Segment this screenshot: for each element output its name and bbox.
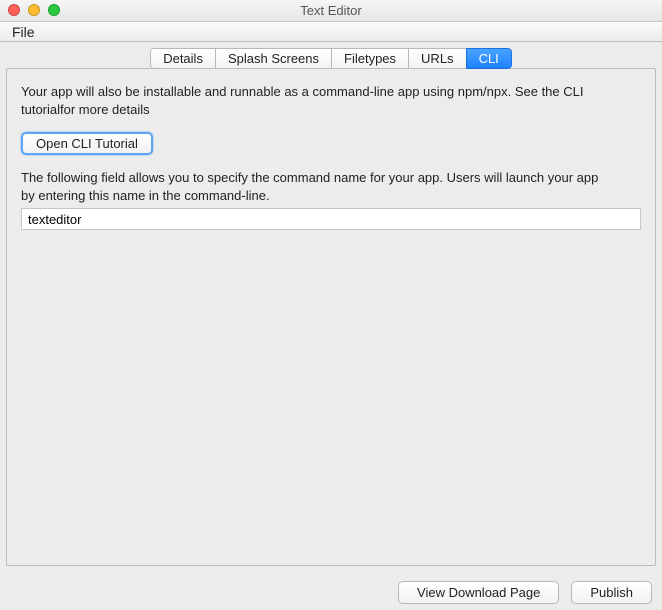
cli-panel: Your app will also be installable and ru… (6, 68, 656, 566)
publish-button[interactable]: Publish (571, 581, 652, 604)
open-cli-tutorial-button[interactable]: Open CLI Tutorial (21, 132, 153, 155)
tab-details[interactable]: Details (150, 48, 216, 69)
tab-filetypes[interactable]: Filetypes (331, 48, 409, 69)
tab-splash[interactable]: Splash Screens (215, 48, 332, 69)
menu-file[interactable]: File (8, 24, 39, 40)
content: Details Splash Screens Filetypes URLs CL… (0, 42, 662, 572)
tabbar: Details Splash Screens Filetypes URLs CL… (6, 48, 656, 69)
cli-intro-text: Your app will also be installable and ru… (21, 83, 601, 118)
cli-cmdname-desc: The following field allows you to specif… (21, 169, 601, 204)
zoom-icon[interactable] (48, 4, 60, 16)
titlebar: Text Editor (0, 0, 662, 22)
minimize-icon[interactable] (28, 4, 40, 16)
command-name-input[interactable] (21, 208, 641, 230)
close-icon[interactable] (8, 4, 20, 16)
tab-cli[interactable]: CLI (466, 48, 512, 69)
traffic-lights (8, 4, 60, 16)
tab-urls[interactable]: URLs (408, 48, 467, 69)
menubar: File (0, 22, 662, 42)
window-title: Text Editor (300, 3, 361, 18)
view-download-page-button[interactable]: View Download Page (398, 581, 559, 604)
footer-buttons: View Download Page Publish (398, 581, 652, 604)
